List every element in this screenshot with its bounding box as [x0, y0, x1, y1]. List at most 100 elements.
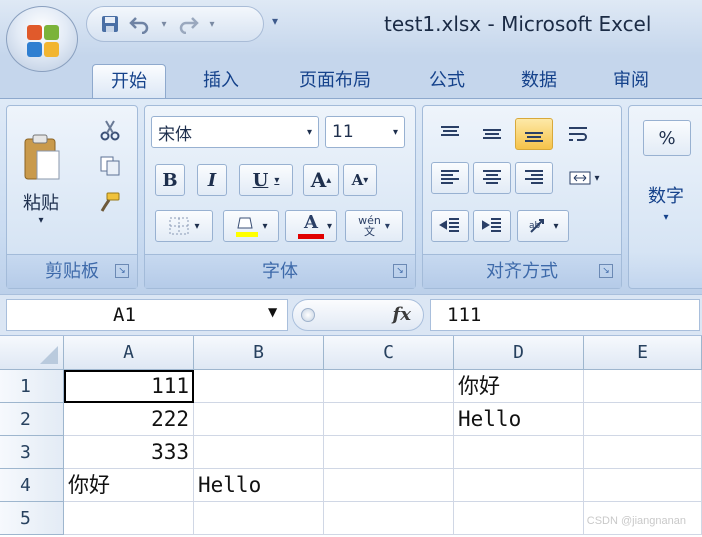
cell-d5[interactable]: [454, 502, 584, 535]
wrap-text-button[interactable]: [559, 118, 597, 150]
cell-c1[interactable]: [324, 370, 454, 403]
clipboard-group: 粘贴 ▾ 剪贴板 ↘: [6, 105, 138, 289]
cell-a3[interactable]: 333: [64, 436, 194, 469]
align-middle-button[interactable]: [473, 118, 511, 150]
align-left-button[interactable]: [431, 162, 469, 194]
align-center-button[interactable]: [473, 162, 511, 194]
row-header-1[interactable]: 1: [0, 370, 64, 403]
redo-dropdown-button[interactable]: ▾: [207, 13, 217, 35]
italic-button[interactable]: I: [197, 164, 227, 196]
increase-indent-button[interactable]: [473, 210, 511, 242]
font-color-button[interactable]: A ▾: [285, 210, 337, 242]
increase-indent-icon: [482, 218, 501, 232]
name-box[interactable]: A1: [6, 299, 288, 331]
phonetic-guide-button[interactable]: wén 文 ▾: [345, 210, 403, 242]
cell-d1[interactable]: 你好: [454, 370, 584, 403]
cell-d4[interactable]: [454, 469, 584, 502]
borders-button[interactable]: ▾: [155, 210, 213, 242]
number-format-button[interactable]: 数字 ▾: [633, 172, 699, 232]
bold-button[interactable]: B: [155, 164, 185, 196]
cut-button[interactable]: [95, 116, 125, 144]
font-launcher-icon[interactable]: ↘: [393, 264, 407, 278]
ribbon: 粘贴 ▾ 剪贴板 ↘ 宋体 ▾ 11 ▾ B I U ▾ A ▴ A ▾ ▾ ▾…: [0, 98, 702, 294]
watermark: CSDN @jiangnanan: [586, 515, 686, 527]
chevron-down-icon: ▾: [663, 211, 669, 223]
cell-e4[interactable]: [584, 469, 702, 502]
cell-d2[interactable]: Hello: [454, 403, 584, 436]
grow-font-button[interactable]: A ▴: [303, 164, 339, 196]
row-header-3[interactable]: 3: [0, 436, 64, 469]
column-header-a[interactable]: A: [64, 336, 194, 370]
cell-c2[interactable]: [324, 403, 454, 436]
cell-c3[interactable]: [324, 436, 454, 469]
align-right-icon: [525, 170, 543, 184]
align-middle-icon: [483, 129, 501, 139]
tab-formulas[interactable]: 公式: [412, 64, 482, 98]
column-header-b[interactable]: B: [194, 336, 324, 370]
fill-color-button[interactable]: ▾: [223, 210, 279, 242]
decrease-indent-button[interactable]: [431, 210, 469, 242]
font-name-select[interactable]: 宋体 ▾: [151, 116, 319, 148]
name-box-dropdown-icon[interactable]: ▼: [268, 305, 277, 319]
undo-button[interactable]: [129, 13, 151, 35]
save-button[interactable]: [99, 13, 121, 35]
paste-button[interactable]: 粘贴 ▾: [15, 114, 67, 244]
merge-center-button[interactable]: ▾: [559, 162, 609, 194]
font-size-select[interactable]: 11 ▾: [325, 116, 405, 148]
select-all-button[interactable]: [0, 336, 64, 370]
tab-review[interactable]: 审阅: [596, 64, 666, 98]
shrink-font-button[interactable]: A ▾: [343, 164, 377, 196]
cell-a5[interactable]: [64, 502, 194, 535]
cell-c4[interactable]: [324, 469, 454, 502]
align-right-button[interactable]: [515, 162, 553, 194]
formula-value: 111: [447, 304, 482, 326]
cell-b2[interactable]: [194, 403, 324, 436]
grow-font-label: A: [310, 168, 327, 192]
orientation-button[interactable]: ab ▾: [517, 210, 569, 242]
cell-a1[interactable]: 111: [64, 370, 194, 403]
column-header-c[interactable]: C: [324, 336, 454, 370]
tab-page-layout[interactable]: 页面布局: [280, 64, 390, 98]
column-header-d[interactable]: D: [454, 336, 584, 370]
cell-b4[interactable]: Hello: [194, 469, 324, 502]
insert-function-button[interactable]: fx: [393, 304, 411, 325]
cell-b1[interactable]: [194, 370, 324, 403]
column-header-e[interactable]: E: [584, 336, 702, 370]
underline-button[interactable]: U ▾: [239, 164, 293, 196]
format-painter-button[interactable]: [95, 188, 125, 216]
row-header-4[interactable]: 4: [0, 469, 64, 502]
resize-handle[interactable]: [301, 308, 315, 322]
worksheet-grid: A B C D E 1 2 3 4 5 111 你好 222 Hello 333…: [0, 336, 702, 537]
cell-b3[interactable]: [194, 436, 324, 469]
tab-insert[interactable]: 插入: [186, 64, 256, 98]
customize-quick-access-button[interactable]: ▾: [272, 14, 278, 28]
cell-c5[interactable]: [324, 502, 454, 535]
row-header-2[interactable]: 2: [0, 403, 64, 436]
align-bottom-button[interactable]: [515, 118, 553, 150]
clipboard-launcher-icon[interactable]: ↘: [115, 264, 129, 278]
formula-input[interactable]: 111: [430, 299, 700, 331]
number-group: % 数字 ▾: [628, 105, 702, 289]
font-color-label: A: [304, 211, 318, 233]
font-color-swatch: [298, 233, 324, 239]
tab-home[interactable]: 开始: [92, 64, 166, 98]
cell-a2[interactable]: 222: [64, 403, 194, 436]
undo-dropdown-button[interactable]: ▾: [159, 13, 169, 35]
cell-b5[interactable]: [194, 502, 324, 535]
cell-d3[interactable]: [454, 436, 584, 469]
redo-button[interactable]: [177, 13, 199, 35]
cell-a4[interactable]: 你好: [64, 469, 194, 502]
cell-e3[interactable]: [584, 436, 702, 469]
tab-data[interactable]: 数据: [504, 64, 574, 98]
percent-button[interactable]: %: [643, 120, 691, 156]
cell-e2[interactable]: [584, 403, 702, 436]
row-header-5[interactable]: 5: [0, 502, 64, 535]
copy-button[interactable]: [95, 152, 125, 180]
office-button[interactable]: [6, 6, 78, 72]
align-top-button[interactable]: [431, 118, 469, 150]
chevron-down-icon: ▾: [594, 172, 600, 184]
align-top-icon: [441, 126, 459, 136]
cell-e1[interactable]: [584, 370, 702, 403]
svg-text:ab: ab: [529, 221, 541, 231]
alignment-launcher-icon[interactable]: ↘: [599, 264, 613, 278]
